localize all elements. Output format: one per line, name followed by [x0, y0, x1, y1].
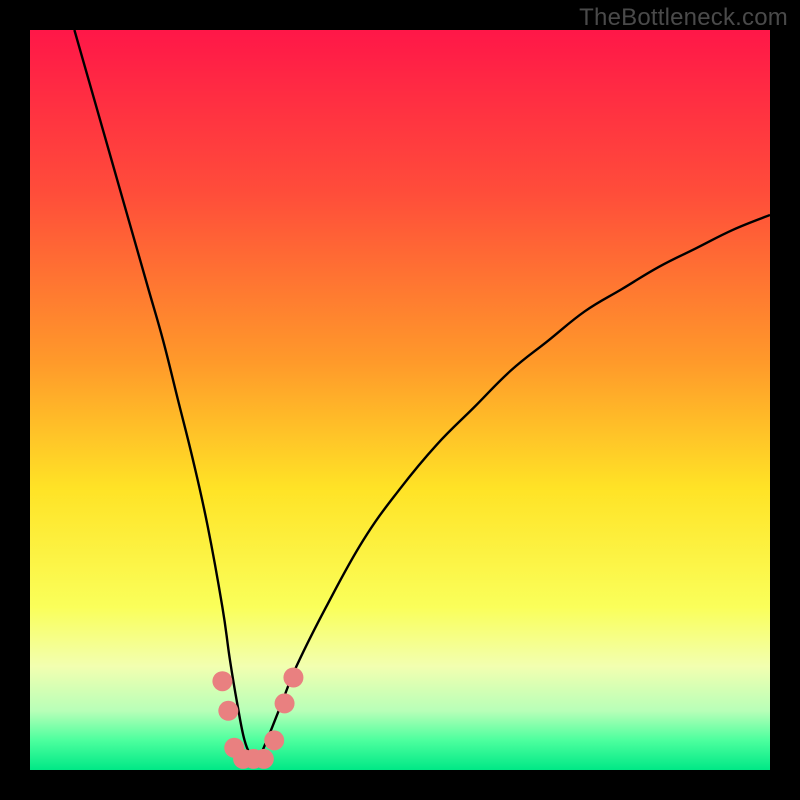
marker-dot — [212, 671, 232, 691]
marker-dot — [283, 668, 303, 688]
watermark-text: TheBottleneck.com — [579, 4, 788, 32]
marker-dot — [254, 749, 274, 769]
chart-svg — [30, 30, 770, 770]
chart-frame: TheBottleneck.com — [0, 0, 800, 800]
marker-dot — [218, 701, 238, 721]
chart-plot-area — [30, 30, 770, 770]
chart-background — [30, 30, 770, 770]
marker-dot — [275, 693, 295, 713]
marker-dot — [264, 730, 284, 750]
